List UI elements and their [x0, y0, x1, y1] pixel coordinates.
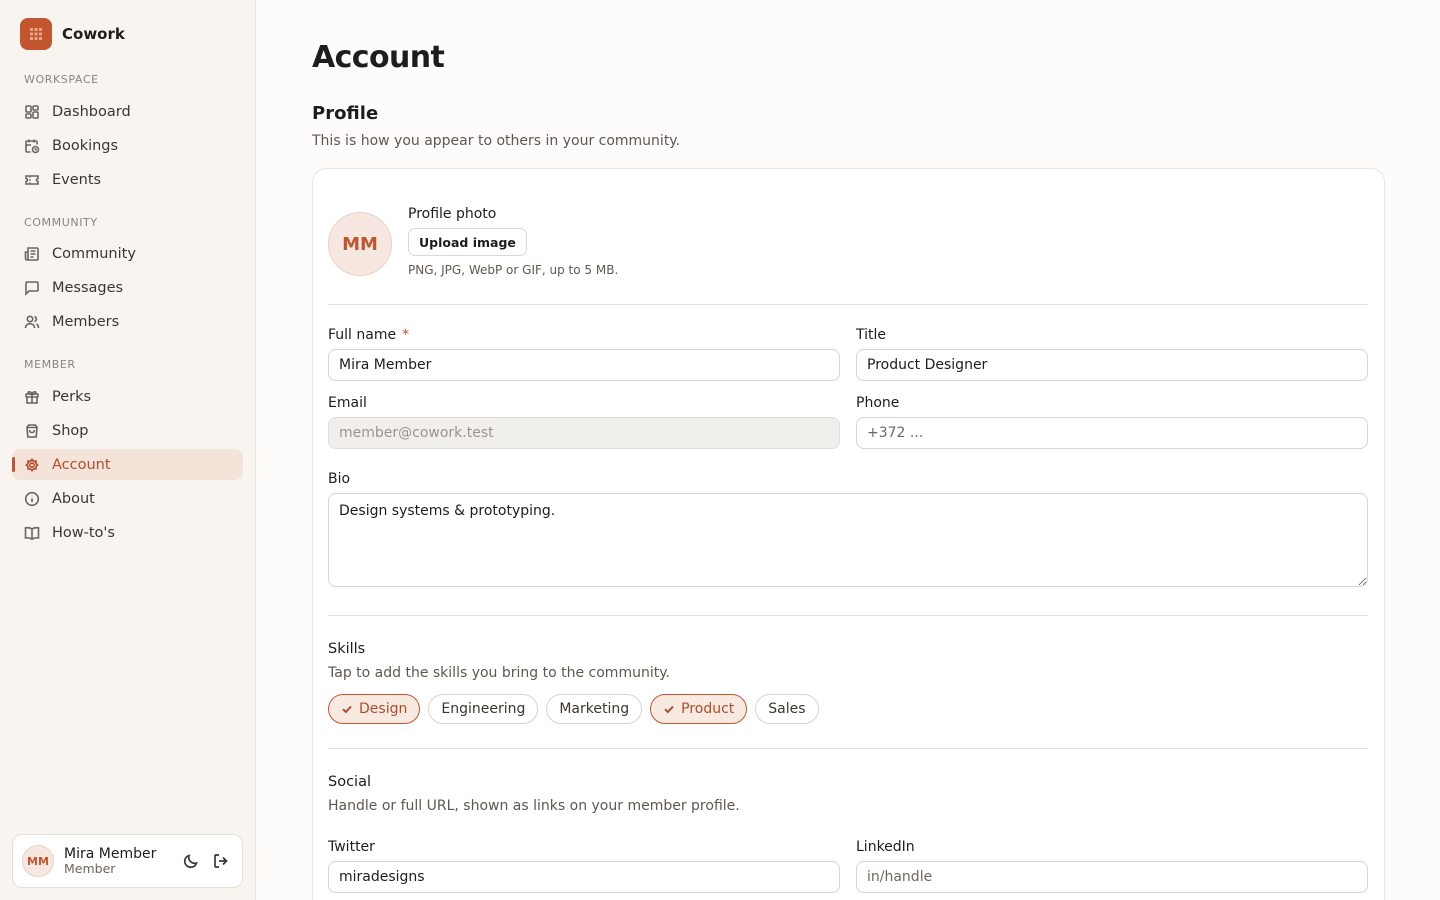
sidebar-item-label: How-to's: [52, 524, 115, 541]
sidebar-item-label: Messages: [52, 279, 124, 296]
brand-name: Cowork: [62, 25, 125, 43]
check-icon: [342, 705, 352, 714]
moon-icon[interactable]: [182, 852, 200, 870]
sidebar: Cowork WORKSPACE Dashboard Bookings Even…: [0, 0, 256, 900]
phone-input[interactable]: [856, 417, 1368, 449]
shopping-bag-icon: [26, 423, 38, 438]
skill-chip-engineering[interactable]: Engineering: [428, 694, 539, 724]
gift-icon: [25, 390, 39, 404]
users-icon: [24, 314, 40, 328]
sidebar-item-label: About: [52, 490, 95, 507]
full-name-label: Full name *: [328, 327, 409, 343]
upload-image-button[interactable]: Upload image: [408, 228, 527, 256]
brand[interactable]: Cowork: [20, 18, 125, 50]
ticket-icon: [25, 174, 39, 185]
email-label: Email: [328, 395, 367, 411]
sidebar-item-perks[interactable]: Perks: [12, 381, 243, 412]
sidebar-item-label: Perks: [52, 388, 92, 405]
sidebar-item-dashboard[interactable]: Dashboard: [12, 96, 243, 127]
divider: [328, 748, 1368, 749]
settings-icon: [25, 458, 39, 471]
sidebar-item-label: Members: [52, 313, 120, 330]
user-actions: [182, 852, 230, 870]
skill-chip-design[interactable]: Design: [328, 694, 421, 724]
avatar[interactable]: MM: [22, 845, 54, 877]
skills-title: Skills: [328, 641, 366, 657]
email-field: [328, 417, 840, 449]
full-name-label-text: Full name: [328, 327, 397, 343]
newspaper-icon: [24, 246, 39, 261]
sidebar-item-about[interactable]: About: [12, 483, 243, 514]
sidebar-item-label: Dashboard: [52, 103, 131, 120]
book-icon: [24, 526, 40, 540]
sidebar-item-shop[interactable]: Shop: [12, 415, 243, 446]
skill-chip-marketing[interactable]: Marketing: [546, 694, 643, 724]
message-icon: [25, 280, 39, 296]
skill-chip-label: Engineering: [441, 701, 526, 717]
skill-chip-label: Design: [359, 701, 408, 717]
twitter-label: Twitter: [328, 839, 375, 855]
sidebar-item-howtos[interactable]: How-to's: [12, 517, 243, 548]
section-label-workspace: WORKSPACE: [24, 73, 99, 86]
title-input[interactable]: [856, 349, 1368, 381]
skill-chip-label: Marketing: [559, 701, 630, 717]
title-label: Title: [856, 327, 887, 343]
sidebar-item-messages[interactable]: Messages: [12, 272, 243, 303]
sidebar-item-label: Community: [52, 245, 136, 262]
skill-chip-sales[interactable]: Sales: [755, 694, 819, 724]
skills-chips: Design Engineering Marketing Product Sal…: [328, 694, 819, 724]
skill-chip-label: Sales: [768, 701, 806, 717]
profile-photo-hint: PNG, JPG, WebP or GIF, up to 5 MB.: [408, 263, 619, 277]
skills-subtitle: Tap to add the skills you bring to the c…: [328, 665, 670, 681]
user-card: MM Mira Member Member: [12, 834, 243, 888]
sidebar-item-label: Shop: [52, 422, 89, 439]
logout-icon[interactable]: [212, 852, 230, 870]
section-label-member: MEMBER: [24, 358, 76, 371]
linkedin-input[interactable]: [856, 861, 1368, 893]
bio-textarea[interactable]: Design systems & prototyping.: [328, 493, 1368, 587]
sidebar-item-label: Events: [52, 171, 102, 188]
user-role: Member: [64, 860, 116, 876]
required-mark: *: [402, 327, 410, 343]
page-title: Account: [312, 40, 445, 75]
profile-section-subtitle: This is how you appear to others in your…: [312, 133, 681, 149]
bio-label: Bio: [328, 471, 351, 487]
calendar-clock-icon: [25, 139, 40, 153]
social-subtitle: Handle or full URL, shown as links on yo…: [328, 798, 740, 814]
info-icon: [24, 491, 40, 506]
section-label-community: COMMUNITY: [24, 216, 98, 229]
twitter-input[interactable]: [328, 861, 840, 893]
sidebar-item-label: Bookings: [52, 137, 119, 154]
user-meta: Mira Member Member: [64, 846, 156, 876]
check-icon: [664, 705, 674, 714]
divider: [328, 615, 1368, 616]
profile-avatar: MM: [328, 212, 392, 276]
profile-photo-label: Profile photo: [408, 206, 497, 222]
sidebar-item-members[interactable]: Members: [12, 306, 243, 337]
sidebar-item-events[interactable]: Events: [12, 164, 243, 195]
profile-section-title: Profile: [312, 103, 379, 124]
linkedin-label: LinkedIn: [856, 839, 915, 855]
sidebar-item-bookings[interactable]: Bookings: [12, 130, 243, 161]
sidebar-item-label: Account: [52, 456, 111, 473]
skill-chip-label: Product: [681, 701, 735, 717]
full-name-input[interactable]: [328, 349, 840, 381]
grid-logo-icon: [20, 18, 52, 50]
dashboard-icon: [25, 104, 39, 119]
divider: [328, 304, 1368, 305]
skill-chip-product[interactable]: Product: [650, 694, 748, 724]
sidebar-item-community[interactable]: Community: [12, 238, 243, 269]
user-name: Mira Member: [64, 845, 157, 862]
social-title: Social: [328, 774, 371, 790]
phone-label: Phone: [856, 395, 900, 411]
sidebar-item-account[interactable]: Account: [12, 449, 243, 480]
